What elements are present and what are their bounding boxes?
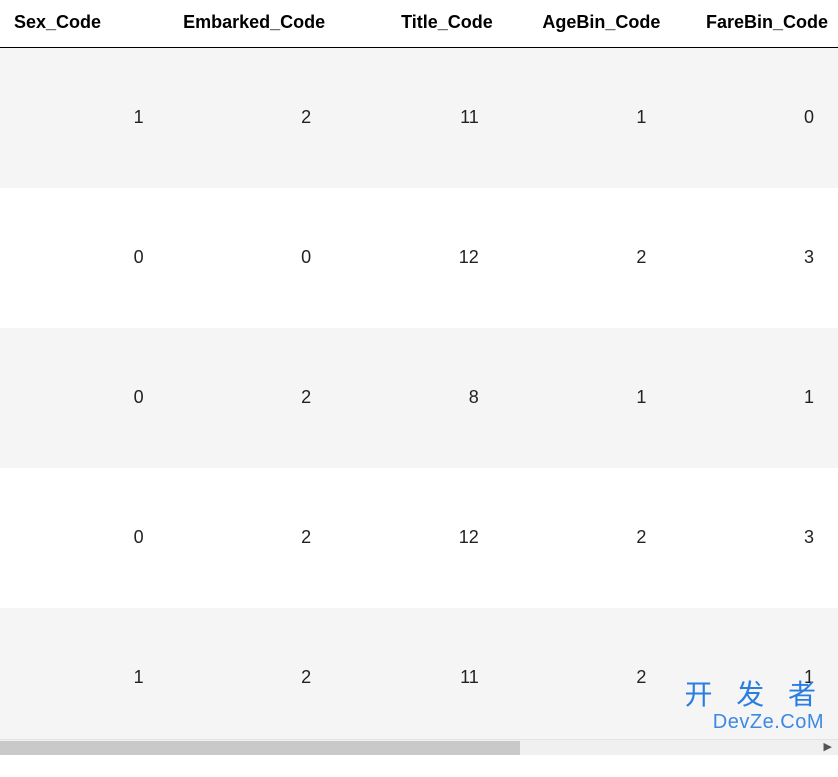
cell: 2: [168, 608, 336, 748]
cell: 2: [168, 48, 336, 188]
cell: 12: [335, 188, 503, 328]
col-header-farebin-code: FareBin_Code: [670, 0, 838, 48]
table-row: 0 2 8 1 1: [0, 328, 838, 468]
cell: 2: [503, 468, 671, 608]
table-row: 0 0 12 2 3: [0, 188, 838, 328]
table-row: 0 2 12 2 3: [0, 468, 838, 608]
cell: 0: [168, 188, 336, 328]
table-header-row: Sex_Code Embarked_Code Title_Code AgeBin…: [0, 0, 838, 48]
table-row: 1 2 11 1 0: [0, 48, 838, 188]
cell: 1: [503, 48, 671, 188]
col-header-agebin-code: AgeBin_Code: [503, 0, 671, 48]
cell: 3: [670, 188, 838, 328]
cell: 11: [335, 48, 503, 188]
cell: 1: [670, 328, 838, 468]
cell: 8: [335, 328, 503, 468]
dataframe-table: Sex_Code Embarked_Code Title_Code AgeBin…: [0, 0, 838, 748]
cell: 12: [335, 468, 503, 608]
scroll-right-icon[interactable]: ▶: [824, 740, 832, 753]
cell: 0: [670, 48, 838, 188]
cell: 11: [335, 608, 503, 748]
horizontal-scrollbar[interactable]: [0, 739, 838, 755]
scrollbar-thumb[interactable]: [0, 741, 520, 755]
cell: 2: [503, 188, 671, 328]
cell: 1: [503, 328, 671, 468]
cell: 1: [670, 608, 838, 748]
cell: 1: [0, 608, 168, 748]
col-header-title-code: Title_Code: [335, 0, 503, 48]
cell: 0: [0, 468, 168, 608]
table-row: 1 2 11 2 1: [0, 608, 838, 748]
col-header-embarked-code: Embarked_Code: [168, 0, 336, 48]
col-header-sex-code: Sex_Code: [0, 0, 168, 48]
cell: 2: [503, 608, 671, 748]
cell: 1: [0, 48, 168, 188]
cell: 0: [0, 328, 168, 468]
dataframe-table-wrapper: Sex_Code Embarked_Code Title_Code AgeBin…: [0, 0, 838, 777]
cell: 2: [168, 468, 336, 608]
cell: 3: [670, 468, 838, 608]
cell: 2: [168, 328, 336, 468]
cell: 0: [0, 188, 168, 328]
